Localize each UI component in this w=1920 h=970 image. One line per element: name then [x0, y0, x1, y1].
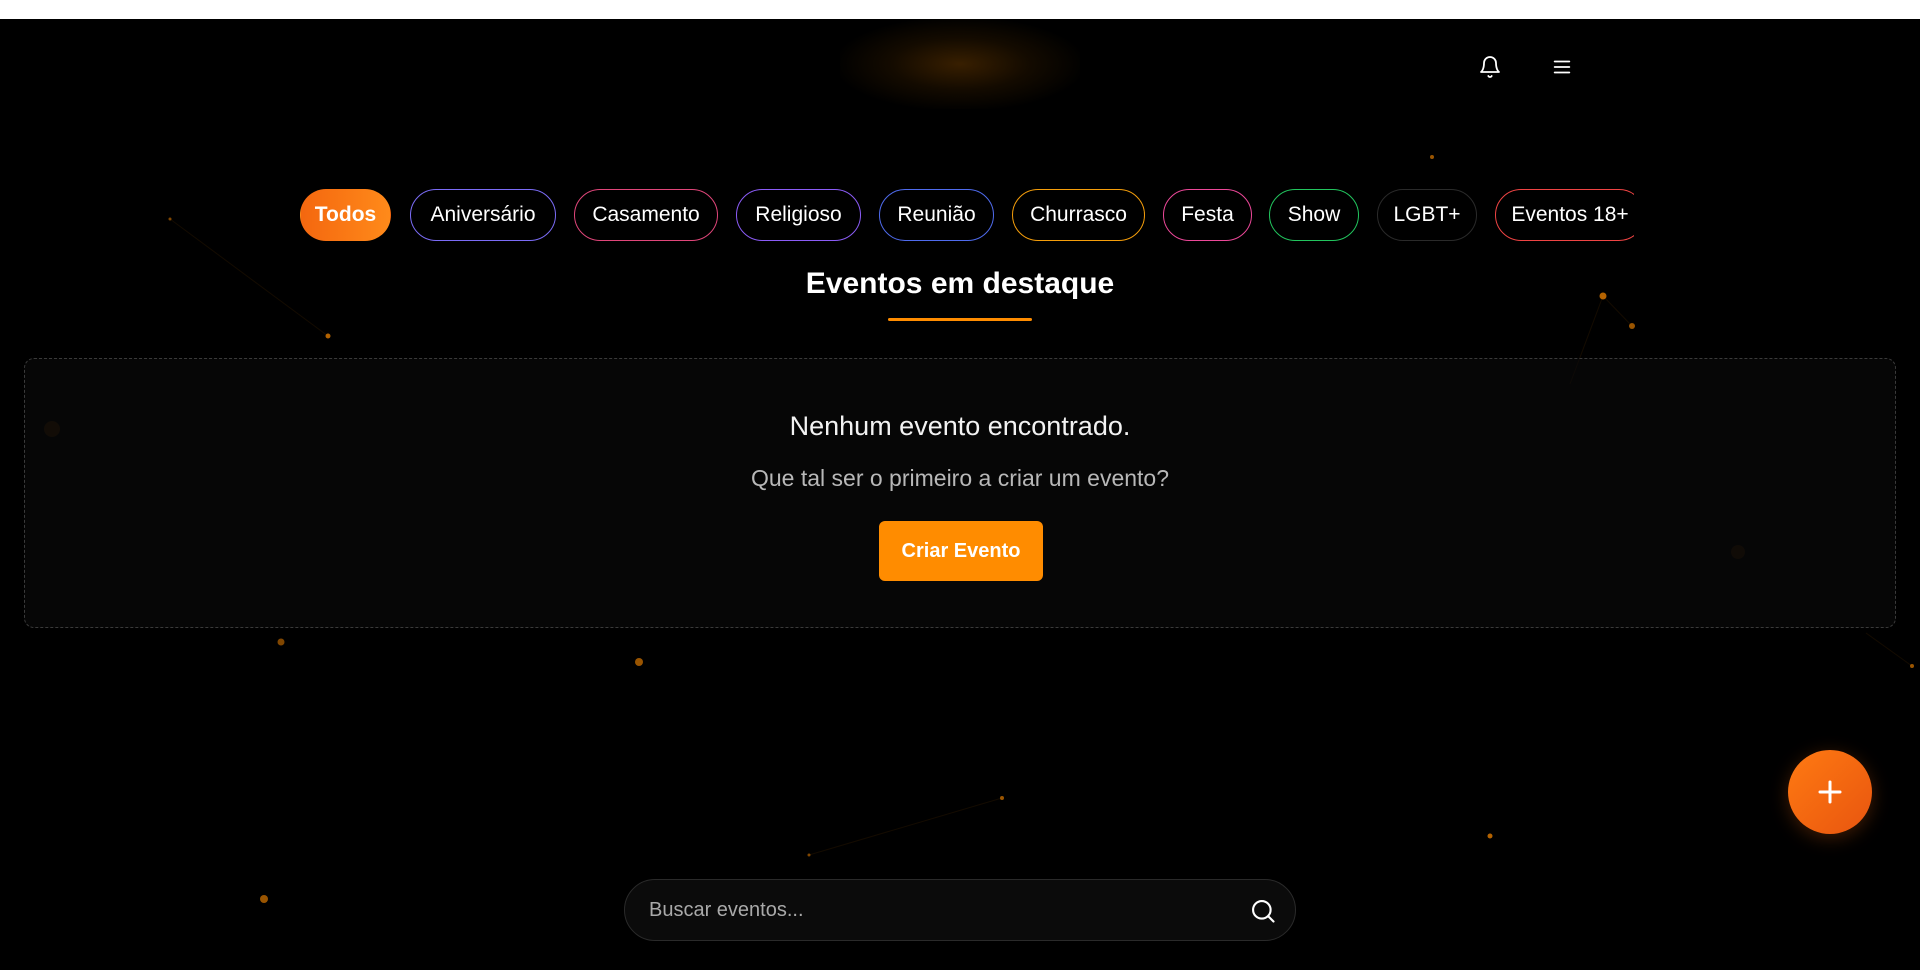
- title-underline: [888, 318, 1032, 321]
- search-bar: [624, 879, 1296, 941]
- search-icon[interactable]: [1247, 895, 1279, 927]
- featured-section-title: Eventos em destaque: [805, 267, 1115, 300]
- create-event-button[interactable]: Criar Evento: [879, 521, 1043, 581]
- category-chip-show[interactable]: Show: [1269, 189, 1359, 241]
- menu-icon: [1553, 60, 1571, 74]
- app-root: Todos Aniversário Casamento Religioso Re…: [0, 19, 1920, 970]
- search-input[interactable]: [649, 880, 1209, 940]
- empty-state-subtitle: Que tal ser o primeiro a criar um evento…: [750, 465, 1169, 491]
- bell-icon: [1480, 56, 1500, 78]
- category-label: Todos: [314, 203, 377, 226]
- category-label: Show: [1287, 203, 1341, 226]
- category-label: Reunião: [897, 203, 976, 226]
- category-chip-eventos-18[interactable]: Eventos 18+: [1495, 189, 1634, 241]
- empty-state-title: Nenhum evento encontrado.: [789, 411, 1131, 441]
- category-chip-festa[interactable]: Festa: [1163, 189, 1252, 241]
- menu-button[interactable]: [1544, 49, 1580, 85]
- category-chip-churrasco[interactable]: Churrasco: [1012, 189, 1145, 241]
- plus-icon: [1818, 780, 1842, 804]
- category-label: Casamento: [592, 203, 700, 226]
- empty-state-panel: Nenhum evento encontrado. Que tal ser o …: [24, 358, 1896, 628]
- category-chip-todos[interactable]: Todos: [300, 189, 391, 241]
- category-label: Religioso: [755, 203, 842, 226]
- top-glow: [840, 19, 1080, 109]
- category-label: Aniversário: [430, 203, 536, 226]
- category-label: Eventos 18+: [1511, 203, 1629, 226]
- category-chip-aniversario[interactable]: Aniversário: [410, 189, 556, 241]
- add-event-fab[interactable]: [1788, 750, 1872, 834]
- notifications-button[interactable]: [1472, 49, 1508, 85]
- category-chip-casamento[interactable]: Casamento: [574, 189, 718, 241]
- category-chip-lgbt[interactable]: LGBT+: [1377, 189, 1477, 241]
- category-label: LGBT+: [1393, 203, 1461, 226]
- category-label: Festa: [1181, 203, 1234, 226]
- category-chip-reuniao[interactable]: Reunião: [879, 189, 994, 241]
- category-label: Churrasco: [1030, 203, 1127, 226]
- category-chip-religioso[interactable]: Religioso: [736, 189, 861, 241]
- browser-top-strip: [0, 0, 1920, 19]
- category-filter-bar: Todos Aniversário Casamento Religioso Re…: [300, 187, 1634, 243]
